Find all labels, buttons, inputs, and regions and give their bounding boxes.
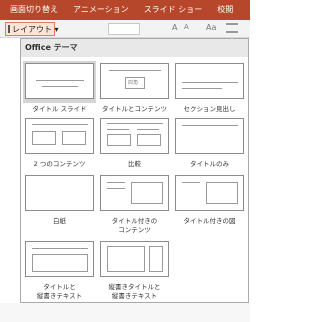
layout-thumbnail <box>100 175 169 211</box>
layout-label: 2 つのコンテンツ <box>33 160 86 168</box>
layout-comparison[interactable] <box>98 116 171 158</box>
shrink-font-icon[interactable]: A <box>184 23 189 31</box>
grow-font-icon[interactable]: A <box>172 23 177 32</box>
change-case-icon[interactable]: Aa <box>206 23 216 32</box>
layout-label: セクション見出し <box>183 105 236 113</box>
layout-content-with-caption[interactable] <box>98 173 171 215</box>
layout-thumbnail <box>25 241 94 277</box>
layout-label: 比較 <box>128 160 141 168</box>
layout-label: 縦書きタイトルと <box>108 283 161 291</box>
layout-blank[interactable] <box>23 173 96 215</box>
layout-label: タイトルとコンテンツ <box>102 105 167 113</box>
layout-thumbnail: 四角 <box>100 63 169 99</box>
layout-two-content[interactable] <box>23 116 96 158</box>
font-size-box[interactable] <box>108 23 140 35</box>
layout-thumbnail <box>25 118 94 154</box>
layout-label: タイトル付きの図 <box>183 217 236 225</box>
layout-label: コンテンツ <box>118 226 151 234</box>
layout-picture-with-caption[interactable] <box>173 173 246 215</box>
tab-animations[interactable]: アニメーション <box>73 0 129 20</box>
layout-thumbnail <box>25 63 94 99</box>
layout-button-label: レイアウト ▾ <box>12 24 59 34</box>
layout-title-content[interactable]: 四角 <box>98 61 171 103</box>
layout-thumbnail <box>100 241 169 277</box>
layout-gallery: Office テーマ タイトル スライド 四角 タイトルとコンテンツ セクション… <box>20 38 249 303</box>
bottom-area <box>0 303 250 322</box>
layout-title-vertical-text[interactable] <box>23 239 96 281</box>
layout-label: タイトル スライド <box>32 105 87 113</box>
layout-dropdown-button[interactable]: レイアウト ▾ <box>5 22 59 36</box>
layout-title-slide[interactable] <box>23 61 96 103</box>
gallery-header: Office テーマ <box>21 39 248 57</box>
ribbon-toolbar: レイアウト ▾ A A Aa <box>0 20 250 38</box>
layout-title-only[interactable] <box>173 116 246 158</box>
layout-label: 縦書きテキスト <box>111 292 158 300</box>
layout-thumbnail <box>175 118 244 154</box>
ribbon-tab-bar: 画面切り替え アニメーション スライド ショー 校閲 <box>0 0 250 20</box>
layout-label: 縦書きテキスト <box>36 292 83 300</box>
layout-thumbnail <box>25 175 94 211</box>
tab-review[interactable]: 校閲 <box>217 0 233 20</box>
tab-transitions[interactable]: 画面切り替え <box>10 0 58 20</box>
layout-section-header[interactable] <box>173 61 246 103</box>
layout-label: タイトル付きの <box>111 217 158 225</box>
tab-slideshow[interactable]: スライド ショー <box>144 0 203 20</box>
layout-thumbnail <box>100 118 169 154</box>
layout-label: 白紙 <box>53 217 66 225</box>
layout-vertical-title-text[interactable] <box>98 239 171 281</box>
layout-thumbnail <box>175 63 244 99</box>
layout-thumbnail <box>175 175 244 211</box>
layout-label: タイトルと <box>43 283 76 291</box>
layout-icon <box>8 25 10 33</box>
bullet-list-icon[interactable] <box>226 23 238 33</box>
layout-label: タイトルのみ <box>190 160 229 168</box>
